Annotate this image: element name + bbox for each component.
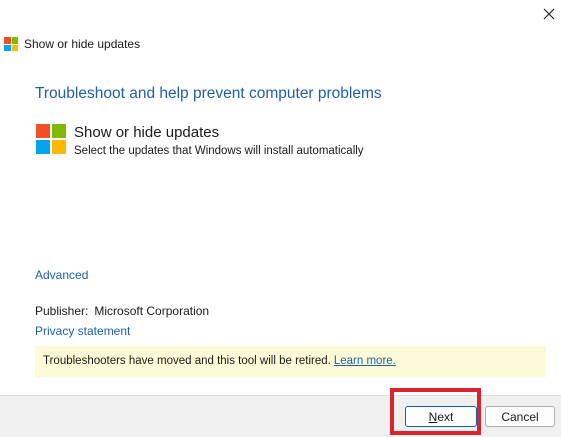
cancel-button[interactable]: Cancel [485, 406, 555, 427]
notice-text: Troubleshooters have moved and this tool… [43, 355, 331, 367]
windows-logo-icon [36, 124, 66, 154]
advanced-link[interactable]: Advanced [35, 268, 88, 282]
window-title: Show or hide updates [24, 37, 141, 51]
publisher-label: Publisher: [35, 304, 89, 318]
next-label-accelerator: N [428, 409, 438, 424]
publisher-value: Microsoft Corporation [94, 304, 210, 318]
publisher-info: Publisher: Microsoft Corporation [35, 304, 209, 318]
windows-logo-icon [4, 37, 18, 51]
next-button[interactable]: Next [405, 406, 477, 427]
tool-description: Select the updates that Windows will ins… [74, 145, 364, 157]
next-label-rest: ext [437, 409, 454, 424]
page-heading: Troubleshoot and help prevent computer p… [35, 85, 382, 102]
retirement-notice: Troubleshooters have moved and this tool… [35, 346, 546, 377]
close-button[interactable] [538, 4, 560, 24]
close-icon [543, 8, 555, 20]
learn-more-link[interactable]: Learn more. [334, 355, 396, 367]
privacy-statement-link[interactable]: Privacy statement [35, 324, 130, 338]
tool-name: Show or hide updates [74, 124, 220, 141]
